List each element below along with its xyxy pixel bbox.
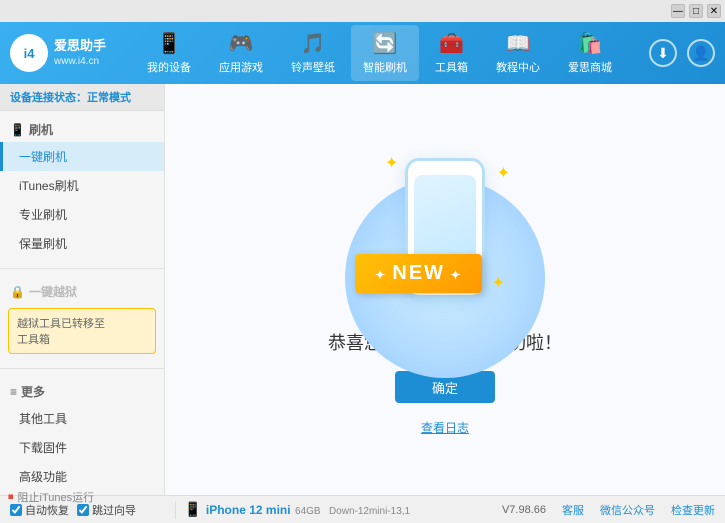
wizard-label: 跳过向导 xyxy=(92,502,136,518)
more-section-title: ≡ 更多 xyxy=(0,379,164,404)
ringtone-icon: 🎵 xyxy=(301,31,326,56)
logo-char: i4 xyxy=(24,46,35,61)
sidebar-item-other-tools[interactable]: 其他工具 xyxy=(0,404,164,433)
check-update-link[interactable]: 检查更新 xyxy=(671,502,715,518)
itunes-label: 阻止iTunes运行 xyxy=(18,489,95,505)
logo-text: 爱思助手 www.i4.cn xyxy=(54,38,106,68)
advanced-label: 高级功能 xyxy=(19,470,67,484)
logo-area: i4 爱思助手 www.i4.cn xyxy=(10,34,110,72)
my-device-icon: 📱 xyxy=(157,31,182,56)
sidebar-item-pro-flash[interactable]: 专业刷机 xyxy=(0,200,164,229)
maximize-button[interactable]: □ xyxy=(689,4,703,18)
daily-link[interactable]: 查看日志 xyxy=(421,419,469,436)
version-label: V7.98.66 xyxy=(502,504,546,516)
one-key-flash-label: 一键刷机 xyxy=(19,150,67,164)
auto-connect-checkbox[interactable] xyxy=(10,504,22,516)
main-wrapper: 设备连接状态：正常模式 📱 刷机 一键刷机 iTunes刷机 专业刷机 保量刷机 xyxy=(0,84,725,495)
sidebar-item-one-key-flash[interactable]: 一键刷机 xyxy=(0,142,164,171)
nav-store[interactable]: 🛍️ 爱思商城 xyxy=(556,25,624,81)
nav-tutorial[interactable]: 📖 教程中心 xyxy=(484,25,552,81)
itunes-flash-label: iTunes刷机 xyxy=(19,179,79,193)
status-label: 设备连接状态： xyxy=(10,92,87,104)
nav-ringtone-label: 铃声壁纸 xyxy=(291,59,335,75)
sparkle-icon-2: ✦ xyxy=(497,163,510,183)
sidebar-item-advanced[interactable]: 高级功能 xyxy=(0,462,164,491)
nav-toolbox-label: 工具箱 xyxy=(435,59,468,75)
device-info: 📱 iPhone 12 mini 64GB Down-12mini-13,1 xyxy=(175,501,418,519)
model-value: Down-12mini-13,1 xyxy=(329,506,410,517)
new-badge: NEW xyxy=(355,254,482,293)
sidebar: 设备连接状态：正常模式 📱 刷机 一键刷机 iTunes刷机 专业刷机 保量刷机 xyxy=(0,84,165,495)
minimize-button[interactable]: — xyxy=(671,4,685,18)
nav-right-actions: ⬇ 👤 xyxy=(649,39,715,67)
device-capacity: 64GB Down-12mini-13,1 xyxy=(295,506,410,517)
flash-section-label: 刷机 xyxy=(29,121,53,138)
sidebar-section-more: ≡ 更多 其他工具 下载固件 高级功能 xyxy=(0,373,164,495)
nav-bar: 📱 我的设备 🎮 应用游戏 🎵 铃声壁纸 🔄 智能刷机 🧰 工具箱 📖 教程中心… xyxy=(110,25,649,81)
bottom-right: V7.98.66 客服 微信公众号 检查更新 xyxy=(502,502,715,518)
title-bar: — □ ✕ xyxy=(0,0,725,22)
nav-toolbox[interactable]: 🧰 工具箱 xyxy=(423,25,480,81)
sparkle-icon-3: ✦ xyxy=(492,273,505,293)
close-button[interactable]: ✕ xyxy=(707,4,721,18)
sidebar-item-save-flash[interactable]: 保量刷机 xyxy=(0,229,164,258)
capacity-value: 64GB xyxy=(295,506,321,517)
nav-my-device[interactable]: 📱 我的设备 xyxy=(135,25,203,81)
tutorial-icon: 📖 xyxy=(506,31,531,56)
divider-1 xyxy=(0,268,164,269)
wechat-link[interactable]: 微信公众号 xyxy=(600,502,655,518)
toolbox-icon: 🧰 xyxy=(439,31,464,56)
nav-smart-flash[interactable]: 🔄 智能刷机 xyxy=(351,25,419,81)
more-section-icon: ≡ xyxy=(10,385,17,399)
sidebar-section-flash: 📱 刷机 一键刷机 iTunes刷机 专业刷机 保量刷机 xyxy=(0,111,164,264)
jailbreak-section-title: 🔒 一键越狱 xyxy=(0,279,164,304)
sidebar-section-jailbreak: 🔒 一键越狱 越狱工具已转移至工具箱 xyxy=(0,273,164,364)
smart-flash-icon: 🔄 xyxy=(373,31,398,56)
download-button[interactable]: ⬇ xyxy=(649,39,677,67)
jailbreak-section-icon: 🔒 xyxy=(10,285,25,299)
sidebar-item-itunes-flash[interactable]: iTunes刷机 xyxy=(0,171,164,200)
sidebar-item-download-fw[interactable]: 下载固件 xyxy=(0,433,164,462)
app-game-icon: 🎮 xyxy=(229,31,254,56)
phone-illustration: ✦ ✦ ✦ NEW xyxy=(365,143,525,313)
header: i4 爱思助手 www.i4.cn 📱 我的设备 🎮 应用游戏 🎵 铃声壁纸 🔄… xyxy=(0,22,725,84)
device-status-bar: 设备连接状态：正常模式 xyxy=(0,84,164,111)
more-section-label: 更多 xyxy=(21,383,45,400)
itunes-status: ⏹ 阻止iTunes运行 xyxy=(8,489,94,505)
status-value: 正常模式 xyxy=(87,92,131,104)
logo-app-name: 爱思助手 xyxy=(54,38,106,55)
logo-icon: i4 xyxy=(10,34,48,72)
nav-store-label: 爱思商城 xyxy=(568,59,612,75)
jailbreak-note: 越狱工具已转移至工具箱 xyxy=(8,308,156,354)
nav-smart-flash-label: 智能刷机 xyxy=(363,59,407,75)
logo-url: www.i4.cn xyxy=(54,55,106,68)
nav-tutorial-label: 教程中心 xyxy=(496,59,540,75)
flash-section-icon: 📱 xyxy=(10,123,25,137)
other-tools-label: 其他工具 xyxy=(19,412,67,426)
store-icon: 🛍️ xyxy=(578,31,603,56)
nav-ringtone[interactable]: 🎵 铃声壁纸 xyxy=(279,25,347,81)
sparkle-icon-1: ✦ xyxy=(385,153,398,173)
itunes-stop-icon: ⏹ xyxy=(8,491,14,504)
wizard-checkbox[interactable] xyxy=(77,504,89,516)
pro-flash-label: 专业刷机 xyxy=(19,208,67,222)
bottom-bar: 自动恢复 跳过向导 📱 iPhone 12 mini 64GB Down-12m… xyxy=(0,495,725,523)
nav-my-device-label: 我的设备 xyxy=(147,59,191,75)
account-button[interactable]: 👤 xyxy=(687,39,715,67)
device-name: iPhone 12 mini xyxy=(206,503,291,517)
customer-service-link[interactable]: 客服 xyxy=(562,502,584,518)
flash-section-title: 📱 刷机 xyxy=(0,117,164,142)
device-icon: 📱 xyxy=(184,501,201,517)
divider-2 xyxy=(0,368,164,369)
nav-app-game-label: 应用游戏 xyxy=(219,59,263,75)
save-flash-label: 保量刷机 xyxy=(19,237,67,251)
nav-app-game[interactable]: 🎮 应用游戏 xyxy=(207,25,275,81)
download-fw-label: 下载固件 xyxy=(19,441,67,455)
jailbreak-section-label: 一键越狱 xyxy=(29,283,77,300)
content-area: ✦ ✦ ✦ NEW 恭喜您，保资料刷机成功啦！ 确定 查看日志 xyxy=(165,84,725,495)
